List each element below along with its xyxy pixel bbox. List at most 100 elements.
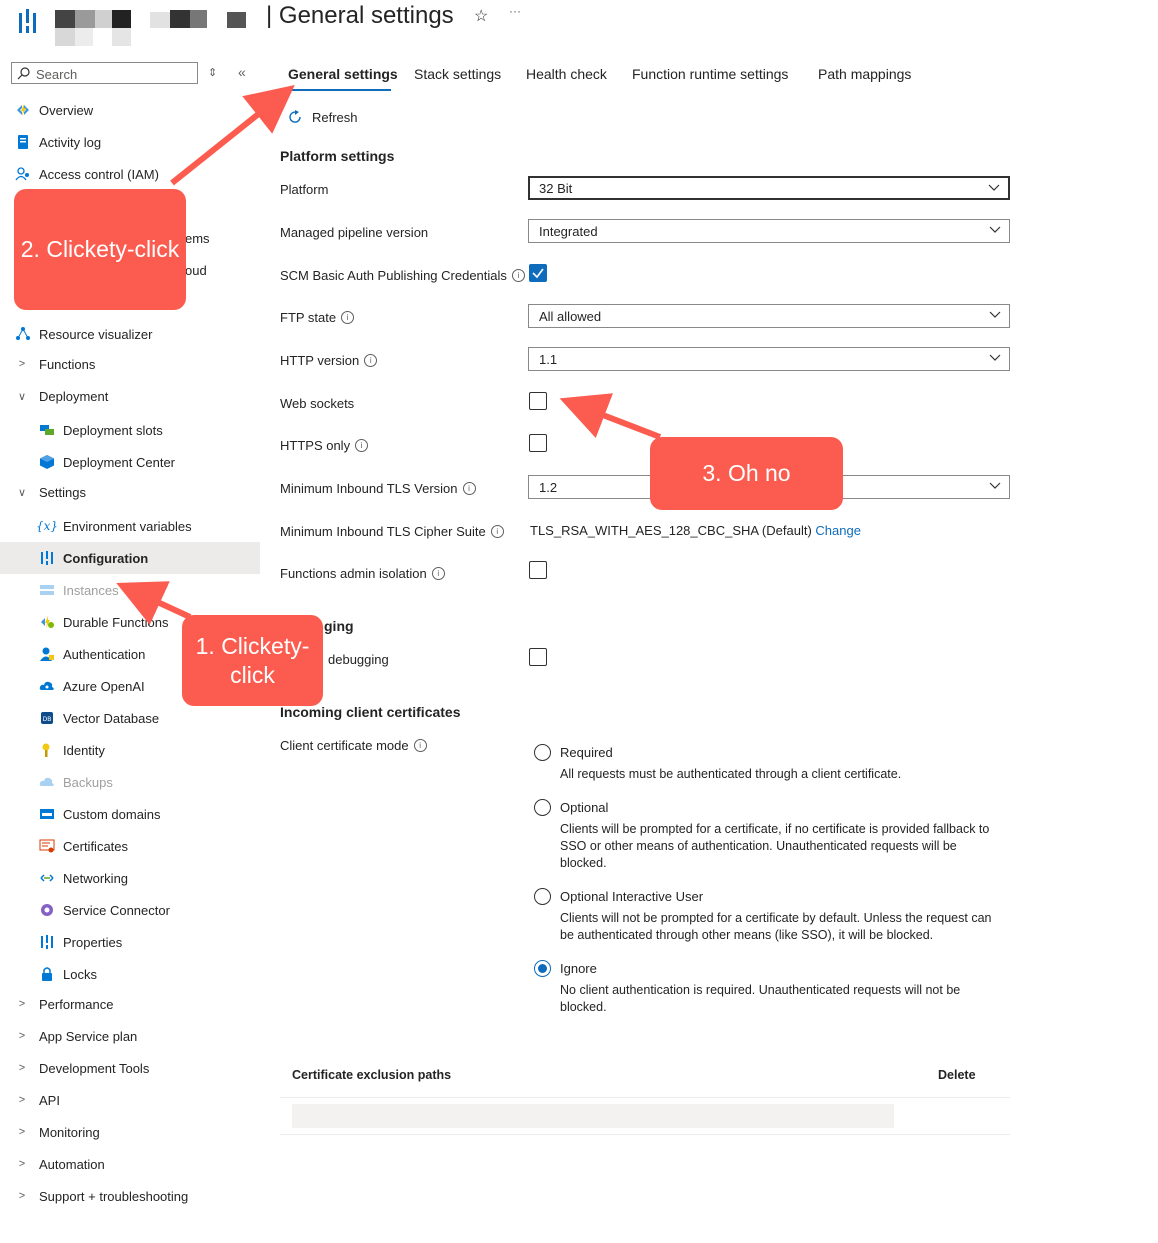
pipeline-select[interactable]: Integrated <box>528 219 1010 243</box>
search-input[interactable]: Search <box>11 62 198 84</box>
refresh-button[interactable]: Refresh <box>287 109 358 125</box>
sidebar-item-certificates[interactable]: Certificates <box>39 831 128 861</box>
admin-isolation-checkbox[interactable] <box>529 561 547 579</box>
info-icon[interactable]: i <box>413 739 427 752</box>
http-version-select[interactable]: 1.1 <box>528 347 1010 371</box>
tab-health-check[interactable]: Health check <box>526 66 607 82</box>
sidebar-item-resource-visualizer[interactable]: Resource visualizer <box>15 319 152 349</box>
ellipsis-icon[interactable]: ··· <box>509 4 521 18</box>
tab-path-mappings[interactable]: Path mappings <box>818 66 911 82</box>
radio-optional-interactive-description: Clients will not be prompted for a certi… <box>560 911 992 942</box>
key-icon <box>39 742 55 758</box>
info-icon[interactable]: i <box>511 269 525 282</box>
log-icon <box>15 134 31 150</box>
ftp-select[interactable]: All allowed <box>528 304 1010 328</box>
sidebar-item-partial-1[interactable]: ems <box>185 223 210 253</box>
http-version-label: HTTP version i <box>280 353 378 368</box>
sidebar-group-monitoring[interactable]: > Monitoring <box>15 1117 100 1147</box>
radio-ignore[interactable] <box>534 960 551 977</box>
sort-icon[interactable]: ⇕ <box>208 66 217 79</box>
sidebar-item-networking[interactable]: Networking <box>39 863 128 893</box>
sidebar-item-authentication[interactable]: Authentication <box>39 639 145 669</box>
sidebar-item-locks[interactable]: Locks <box>39 959 97 989</box>
sidebar-item-durable-functions[interactable]: Durable Functions <box>39 607 169 637</box>
info-icon[interactable]: i <box>462 482 476 495</box>
scm-checkbox[interactable] <box>529 264 547 282</box>
cloud-ai-icon <box>39 678 55 694</box>
variable-icon: {x} <box>35 519 59 533</box>
certificate-icon <box>39 838 55 854</box>
collapse-sidebar-icon[interactable]: « <box>238 64 246 80</box>
arrow-to-general-settings-tab <box>170 85 295 186</box>
chevron-right-icon: > <box>18 1126 26 1138</box>
sidebar-group-automation[interactable]: > Automation <box>15 1149 105 1179</box>
durable-functions-icon <box>39 614 55 630</box>
https-only-checkbox[interactable] <box>529 434 547 452</box>
sidebar-group-app-service-plan[interactable]: > App Service plan <box>15 1021 138 1051</box>
sidebar-item-access-control[interactable]: Access control (IAM) <box>15 159 159 189</box>
sidebar-item-identity[interactable]: Identity <box>39 735 105 765</box>
exclusion-table-row <box>280 1098 1010 1135</box>
sidebar-item-custom-domains[interactable]: Custom domains <box>39 799 161 829</box>
sidebar-item-configuration[interactable]: Configuration <box>39 543 148 573</box>
sidebar-item-service-connector[interactable]: Service Connector <box>39 895 170 925</box>
chevron-down-icon <box>989 226 1001 233</box>
platform-select[interactable]: 32 Bit <box>528 176 1010 200</box>
web-sockets-checkbox[interactable] <box>529 392 547 410</box>
info-icon[interactable]: i <box>341 311 355 324</box>
sidebar-item-partial-2[interactable]: oud <box>185 255 207 285</box>
app-logo-icon <box>19 9 36 33</box>
admin-isolation-label: Functions admin isolation i <box>280 566 445 581</box>
web-sockets-label: Web sockets <box>280 396 355 411</box>
sidebar-group-support[interactable]: > Support + troubleshooting <box>15 1181 188 1211</box>
sidebar-group-functions[interactable]: > Functions <box>15 349 96 379</box>
chevron-down-icon <box>989 311 1001 318</box>
client-certificates-title: Incoming client certificates <box>280 704 461 720</box>
info-icon[interactable]: i <box>431 567 445 580</box>
scm-label: SCM Basic Auth Publishing Credentials i <box>280 268 525 283</box>
sidebar-item-vector-database[interactable]: DB Vector Database <box>39 703 159 733</box>
tab-function-runtime-settings[interactable]: Function runtime settings <box>632 66 788 82</box>
sidebar-item-instances[interactable]: Instances <box>39 575 119 605</box>
cube-icon <box>39 454 55 470</box>
exclusion-table-header: Certificate exclusion paths Delete <box>280 1059 1010 1098</box>
info-icon[interactable]: i <box>364 354 378 367</box>
tls-version-label: Minimum Inbound TLS Version i <box>280 481 476 496</box>
pipeline-label: Managed pipeline version <box>280 225 429 240</box>
radio-optional-interactive[interactable] <box>534 888 551 905</box>
sidebar-item-properties[interactable]: Properties <box>39 927 122 957</box>
radio-ignore-description: No client authentication is required. Un… <box>560 983 961 1014</box>
chevron-right-icon: > <box>18 1190 26 1202</box>
tab-general-settings[interactable]: General settings <box>288 66 398 82</box>
platform-settings-title: Platform settings <box>280 148 395 164</box>
tab-stack-settings[interactable]: Stack settings <box>414 66 501 82</box>
remote-debugging-label: debugging <box>328 652 389 667</box>
sidebar-item-azure-openai[interactable]: Azure OpenAI <box>39 671 145 701</box>
chevron-right-icon: > <box>18 358 26 370</box>
exclusion-path-input[interactable] <box>292 1104 894 1128</box>
sidebar-group-settings[interactable]: ∨ Settings <box>15 477 86 507</box>
checkmark-icon <box>532 268 544 279</box>
active-tab-indicator <box>288 89 391 91</box>
sidebar-item-deployment-slots[interactable]: Deployment slots <box>39 415 163 445</box>
chevron-right-icon: > <box>18 1030 26 1042</box>
sidebar-item-activity-log[interactable]: Activity log <box>15 127 101 157</box>
sidebar-item-environment-variables[interactable]: {x} Environment variables <box>35 511 192 541</box>
cipher-change-link[interactable]: Change <box>815 523 861 538</box>
sidebar-item-overview[interactable]: Overview <box>15 95 93 125</box>
chevron-right-icon: > <box>18 998 26 1010</box>
radio-required[interactable] <box>534 744 551 761</box>
star-icon[interactable]: ☆ <box>474 6 488 26</box>
sidebar-item-backups[interactable]: Backups <box>39 767 113 797</box>
info-icon[interactable]: i <box>355 439 369 452</box>
sidebar-group-development-tools[interactable]: > Development Tools <box>15 1053 150 1083</box>
radio-optional[interactable] <box>534 799 551 816</box>
sidebar-group-deployment[interactable]: ∨ Deployment <box>15 381 108 411</box>
remote-debugging-checkbox[interactable] <box>529 648 547 666</box>
radio-optional-label: Optional <box>560 800 609 815</box>
sidebar-group-performance[interactable]: > Performance <box>15 989 114 1019</box>
tls-cipher-value: TLS_RSA_WITH_AES_128_CBC_SHA (Default) C… <box>530 523 861 538</box>
info-icon[interactable]: i <box>490 525 504 538</box>
sidebar-item-deployment-center[interactable]: Deployment Center <box>39 447 175 477</box>
sidebar-group-api[interactable]: > API <box>15 1085 60 1115</box>
